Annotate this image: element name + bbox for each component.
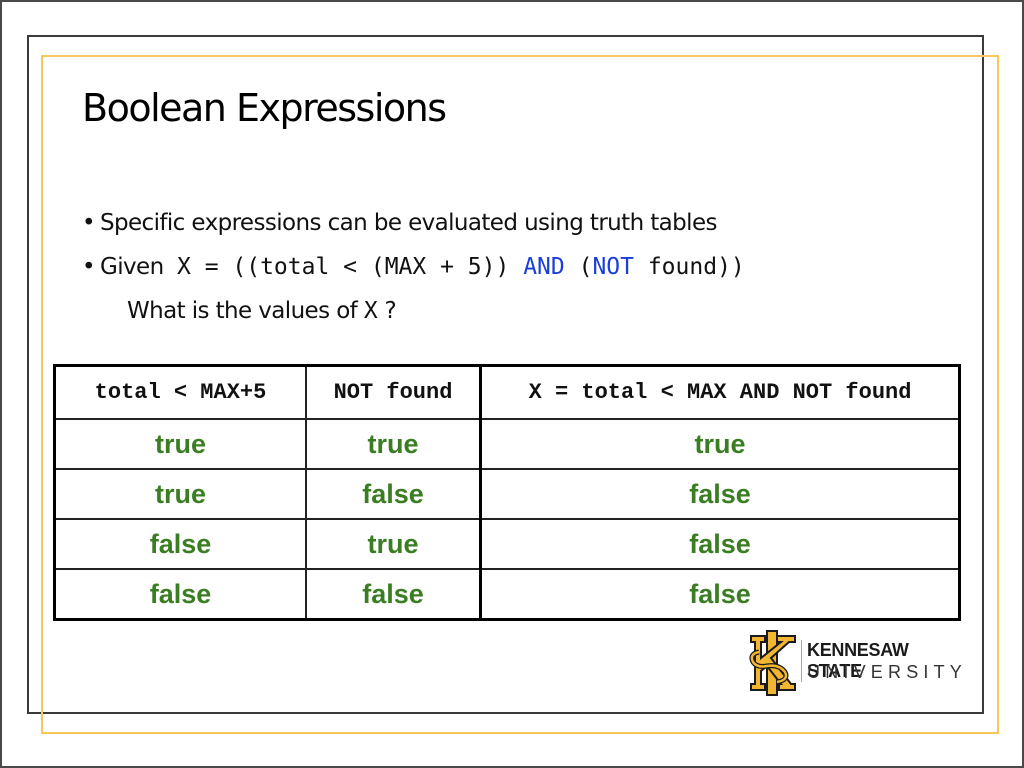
table-row: true true true	[53, 418, 961, 470]
table-cell: true	[305, 518, 482, 570]
bullet-truth-tables: • Specific expressions can be evaluated u…	[82, 210, 718, 236]
question-line: What is the values of X ?	[127, 298, 397, 324]
header-not-found: NOT found	[305, 364, 482, 420]
truth-table-header-row: total < MAX+5 NOT found X = total < MAX …	[53, 364, 961, 420]
bullet-text: Specific expressions can be evaluated us…	[100, 210, 718, 236]
ksu-logo: KENNESAW STATE UNIVERSITY	[745, 628, 962, 698]
table-cell: true	[479, 418, 961, 470]
table-cell: false	[53, 568, 307, 621]
keyword-and: AND	[523, 254, 565, 280]
table-cell: false	[53, 518, 307, 570]
table-row: true false false	[53, 468, 961, 520]
table-cell: false	[479, 568, 961, 621]
logo-text-university: UNIVERSITY	[807, 662, 968, 682]
table-row: false false false	[53, 568, 961, 621]
question-variable: X	[363, 298, 378, 324]
header-x-result: X = total < MAX AND NOT found	[479, 364, 961, 420]
header-total-lt-max: total < MAX+5	[53, 364, 307, 420]
table-row: false true false	[53, 518, 961, 570]
code-expression-start: X = ((total < (MAX + 5))	[177, 254, 524, 280]
table-cell: false	[305, 468, 482, 520]
table-cell: true	[53, 418, 307, 470]
truth-table: total < MAX+5 NOT found X = total < MAX …	[53, 364, 961, 621]
bullet-given-expression: • Given X = ((total < (MAX + 5)) AND (NOT…	[82, 254, 745, 280]
table-cell: false	[479, 468, 961, 520]
slide-title: Boolean Expressions	[82, 86, 447, 130]
logo-separator	[801, 640, 802, 682]
code-expression-end: found))	[633, 254, 745, 280]
code-expression-mid: (	[564, 254, 593, 280]
table-cell: true	[305, 418, 482, 470]
bullet-dot: •	[82, 254, 96, 280]
question-text: What is the values of	[127, 298, 358, 324]
bullet-prefix: Given	[100, 254, 164, 280]
question-mark: ?	[384, 298, 397, 324]
table-cell: true	[53, 468, 307, 520]
table-cell: false	[305, 568, 482, 621]
ksu-monogram-icon	[749, 630, 796, 696]
bullet-dot: •	[82, 210, 96, 236]
keyword-not: NOT	[592, 254, 634, 280]
table-cell: false	[479, 518, 961, 570]
